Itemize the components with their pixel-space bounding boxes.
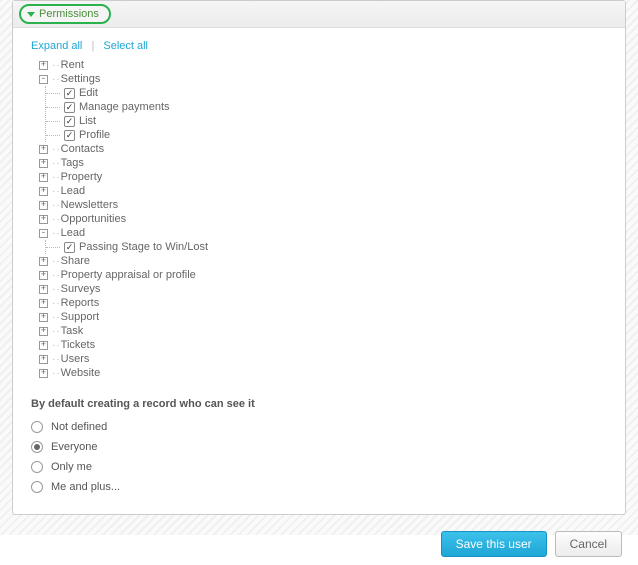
visibility-radio-label[interactable]: Only me: [51, 461, 92, 473]
permission-checkbox[interactable]: [64, 116, 75, 127]
visibility-radio[interactable]: [31, 481, 43, 493]
tree-node-label[interactable]: Users: [61, 353, 90, 365]
collapse-icon[interactable]: -: [39, 75, 48, 84]
expand-icon[interactable]: +: [39, 285, 48, 294]
expand-icon[interactable]: +: [39, 187, 48, 196]
tree-child-label[interactable]: Profile: [79, 129, 110, 141]
expand-icon[interactable]: +: [39, 313, 48, 322]
expand-icon[interactable]: +: [39, 173, 48, 182]
tree-node-label[interactable]: Share: [61, 255, 90, 267]
visibility-radio[interactable]: [31, 421, 43, 433]
tree-node-label[interactable]: Lead: [61, 227, 85, 239]
footer-actions: Save this user Cancel: [12, 515, 626, 565]
chevron-down-icon: [27, 12, 35, 17]
visibility-radio-label[interactable]: Me and plus...: [51, 481, 120, 493]
visibility-question: By default creating a record who can see…: [31, 398, 607, 410]
tree-actions: Expand all | Select all: [31, 40, 607, 52]
expand-icon[interactable]: +: [39, 341, 48, 350]
tree-node-label[interactable]: Opportunities: [61, 213, 126, 225]
tree-node-label[interactable]: Contacts: [61, 143, 104, 155]
expand-icon[interactable]: +: [39, 271, 48, 280]
tree-node-label[interactable]: Settings: [61, 73, 101, 85]
tree-child-label[interactable]: Passing Stage to Win/Lost: [79, 241, 208, 253]
expand-icon[interactable]: +: [39, 369, 48, 378]
permissions-toggle[interactable]: Permissions: [19, 4, 111, 24]
select-all-link[interactable]: Select all: [103, 40, 148, 52]
expand-icon[interactable]: +: [39, 327, 48, 336]
expand-icon[interactable]: +: [39, 257, 48, 266]
expand-icon[interactable]: +: [39, 299, 48, 308]
permission-checkbox[interactable]: [64, 130, 75, 141]
tree-node-label[interactable]: Reports: [61, 297, 100, 309]
expand-icon[interactable]: +: [39, 159, 48, 168]
tree-node-label[interactable]: Tags: [61, 157, 84, 169]
visibility-radio-label[interactable]: Not defined: [51, 421, 107, 433]
visibility-options: Not defined Everyone Only me Me and plus...: [31, 418, 607, 496]
tree-node-label[interactable]: Website: [61, 367, 101, 379]
tree-child-label[interactable]: List: [79, 115, 96, 127]
visibility-radio[interactable]: [31, 441, 43, 453]
permissions-title: Permissions: [39, 8, 99, 20]
visibility-radio[interactable]: [31, 461, 43, 473]
expand-icon[interactable]: +: [39, 215, 48, 224]
permission-checkbox[interactable]: [64, 88, 75, 99]
tree-node-label[interactable]: Surveys: [61, 283, 101, 295]
tree-child-label[interactable]: Edit: [79, 87, 98, 99]
expand-icon[interactable]: +: [39, 201, 48, 210]
tree-node-label[interactable]: Property: [61, 171, 103, 183]
collapse-icon[interactable]: -: [39, 229, 48, 238]
expand-icon[interactable]: +: [39, 145, 48, 154]
tree-child-label[interactable]: Manage payments: [79, 101, 170, 113]
tree-node-label[interactable]: Rent: [61, 59, 84, 71]
tree-node-label[interactable]: Tickets: [61, 339, 95, 351]
panel-header: Permissions: [13, 1, 625, 28]
expand-all-link[interactable]: Expand all: [31, 40, 82, 52]
tree-node-label[interactable]: Support: [61, 311, 100, 323]
permission-checkbox[interactable]: [64, 102, 75, 113]
tree-node-label[interactable]: Property appraisal or profile: [61, 269, 196, 281]
expand-icon[interactable]: +: [39, 355, 48, 364]
tree-node-label[interactable]: Lead: [61, 185, 85, 197]
permissions-tree: +··Rent-··SettingsEditManage paymentsLis…: [39, 58, 607, 380]
visibility-radio-label[interactable]: Everyone: [51, 441, 97, 453]
permission-checkbox[interactable]: [64, 242, 75, 253]
tree-node-label[interactable]: Task: [61, 325, 84, 337]
tree-node-label[interactable]: Newsletters: [61, 199, 118, 211]
expand-icon[interactable]: +: [39, 61, 48, 70]
